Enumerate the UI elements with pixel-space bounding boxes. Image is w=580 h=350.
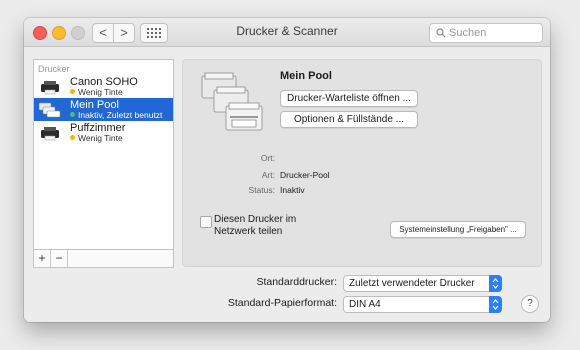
printer-pool-large-icon — [201, 72, 263, 131]
printer-status: Wenig Tinte — [70, 87, 123, 97]
title-bar: < > Drucker & Scanner Suchen — [24, 18, 550, 47]
printer-status: Inaktiv, Zuletzt benutzt — [70, 110, 162, 120]
paper-size-label: Standard-Papierformat: — [227, 297, 337, 309]
printer-item-canon-soho[interactable]: Canon SOHO Wenig Tinte — [34, 75, 173, 98]
printer-item-mein-pool[interactable]: Mein Pool Inaktiv, Zuletzt benutzt — [34, 98, 173, 121]
printer-item-puffzimmer[interactable]: Puffzimmer Wenig Tinte — [34, 121, 173, 144]
paper-size-select[interactable]: DIN A4 — [343, 296, 502, 313]
printer-icon — [41, 81, 59, 95]
updown-chevron-icon — [489, 275, 502, 292]
add-printer-button[interactable]: + — [34, 250, 51, 267]
share-printer-checkbox[interactable] — [200, 216, 212, 228]
printers-scanners-window: < > Drucker & Scanner Suchen Drucker Can… — [24, 18, 550, 322]
search-placeholder: Suchen — [449, 27, 487, 39]
printer-detail-panel: Mein Pool Drucker-Warteliste öffnen ... … — [182, 59, 542, 267]
help-button[interactable]: ? — [521, 295, 539, 313]
default-printer-value: Zuletzt verwendeter Drucker — [349, 278, 475, 289]
status-label: Status: — [248, 185, 275, 195]
kind-label: Art: — [261, 170, 275, 180]
printer-pool-icon — [39, 102, 61, 118]
printer-title: Mein Pool — [280, 70, 332, 82]
printer-status: Wenig Tinte — [70, 133, 123, 143]
status-value: Inaktiv — [280, 185, 305, 195]
status-dot-icon — [70, 135, 75, 140]
paper-size-value: DIN A4 — [349, 299, 381, 310]
remove-printer-button[interactable]: − — [51, 250, 68, 267]
sharing-preferences-button[interactable]: Systemeinstellung „Freigaben" ... — [390, 221, 526, 238]
location-label: Ort: — [260, 153, 275, 163]
search-icon — [436, 28, 446, 38]
status-dot-icon — [70, 89, 75, 94]
default-printer-select[interactable]: Zuletzt verwendeter Drucker — [343, 275, 502, 292]
updown-chevron-icon — [489, 296, 502, 313]
open-print-queue-button[interactable]: Drucker-Warteliste öffnen ... — [280, 90, 418, 107]
printer-list: Drucker Canon SOHO Wenig Tinte Mein Pool… — [33, 59, 174, 268]
kind-value: Drucker-Pool — [280, 170, 330, 180]
list-controls: + − — [34, 249, 173, 267]
status-dot-icon — [70, 112, 75, 117]
default-printer-label: Standarddrucker: — [256, 276, 337, 288]
search-field[interactable]: Suchen — [429, 23, 543, 43]
options-supplies-button[interactable]: Optionen & Füllstände ... — [280, 111, 418, 128]
share-printer-label: Diesen Drucker im Netzwerk teilen — [214, 214, 297, 237]
printer-icon — [41, 127, 59, 141]
printer-list-header: Drucker — [38, 64, 70, 74]
